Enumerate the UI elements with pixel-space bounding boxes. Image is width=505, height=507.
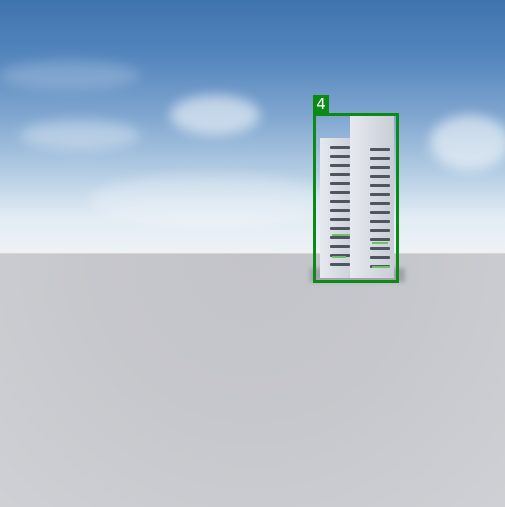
cloud xyxy=(0,60,140,90)
game-viewport[interactable]: 4 xyxy=(0,0,505,507)
cloud xyxy=(90,175,330,225)
cloud xyxy=(20,120,140,150)
cloud xyxy=(430,115,505,170)
cloud xyxy=(170,95,260,135)
detection-label: 4 xyxy=(313,95,329,113)
detection-bounding-box xyxy=(313,113,399,283)
ground-plane xyxy=(0,254,505,507)
sky xyxy=(0,0,505,254)
